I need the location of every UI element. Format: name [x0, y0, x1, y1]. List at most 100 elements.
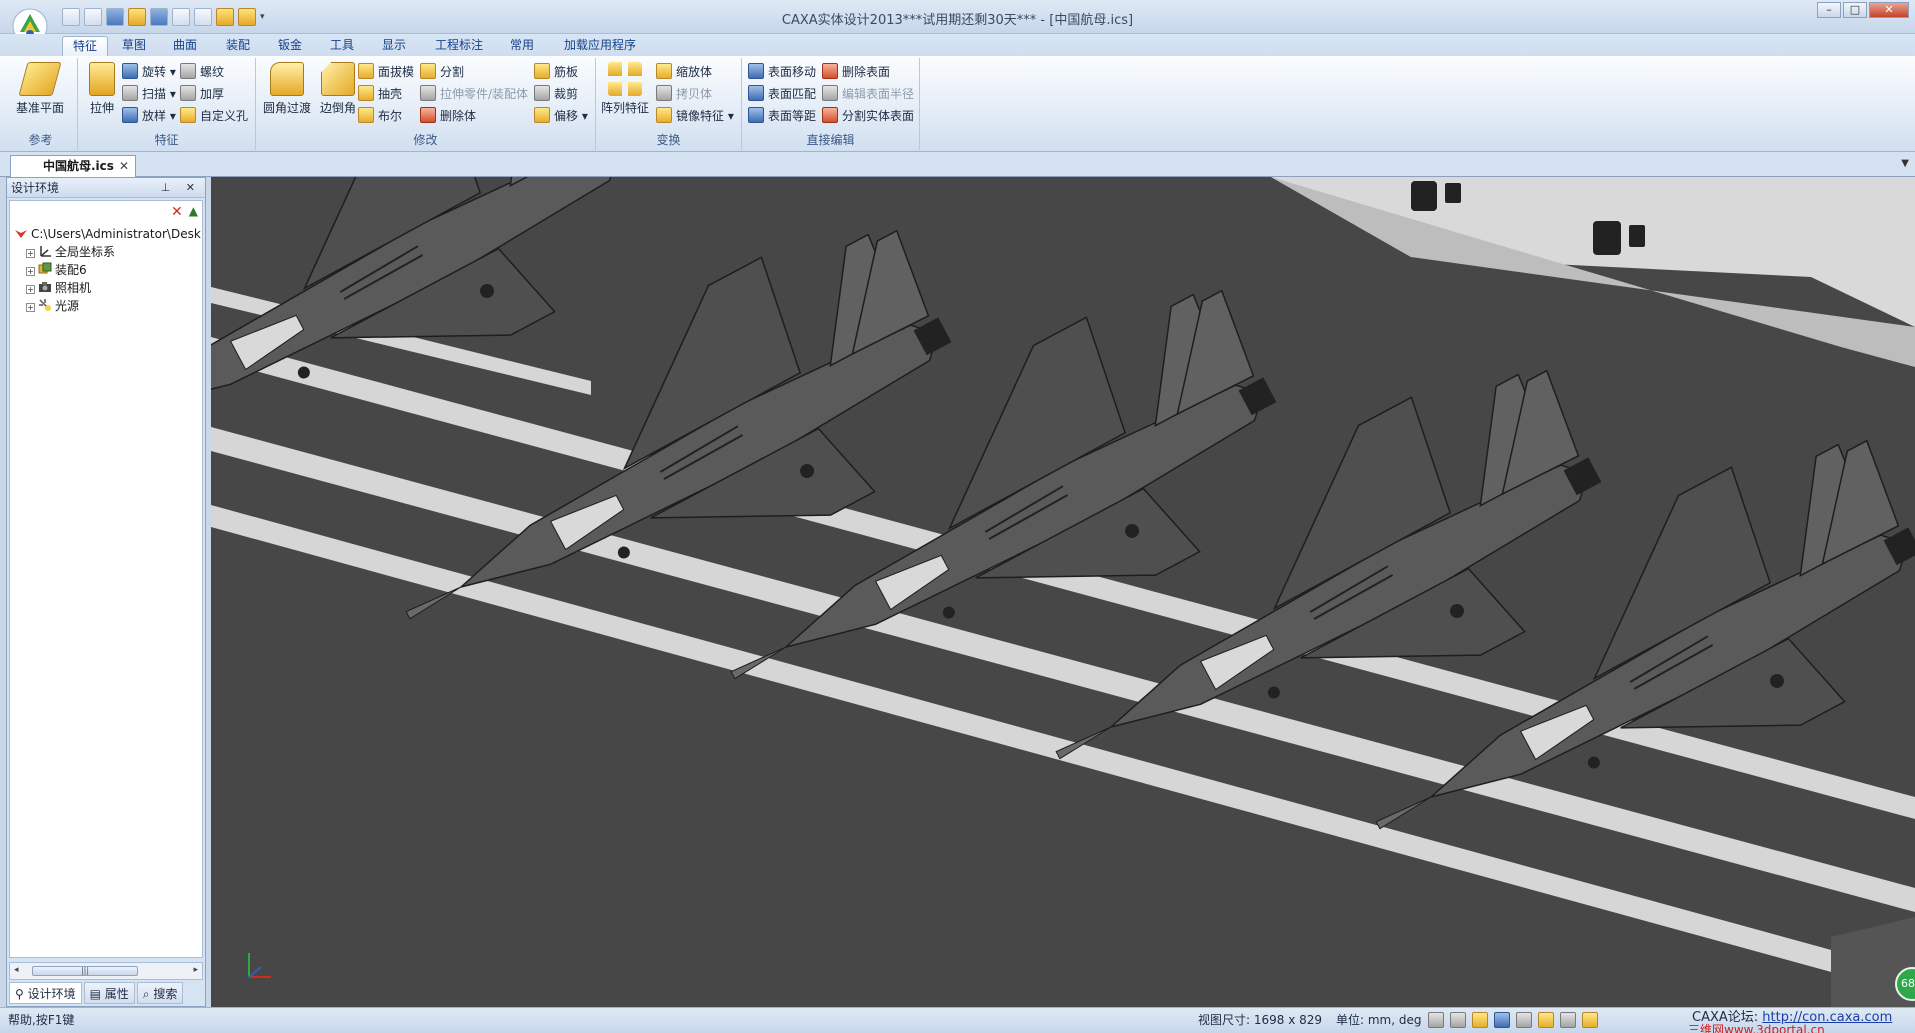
- datum-plane-button[interactable]: 基准平面: [10, 62, 70, 116]
- tree-item-assembly[interactable]: + 装配6: [14, 261, 202, 279]
- boolean-icon: [358, 107, 374, 123]
- tab-list-dropdown-icon[interactable]: ▼: [1901, 158, 1909, 169]
- document-tab-strip: 中国航母.ics ✕ ▼: [0, 152, 1915, 177]
- status-help: 帮助,按F1键: [8, 1013, 75, 1027]
- move-face-button[interactable]: 表面移动: [748, 62, 816, 82]
- scroll-right-icon[interactable]: ▸: [193, 965, 198, 975]
- offset-face-button[interactable]: 表面等距: [748, 106, 816, 126]
- boolean-button[interactable]: 布尔: [358, 106, 402, 126]
- trim-button[interactable]: 裁剪: [534, 84, 578, 104]
- display-mode-icon[interactable]: [1582, 1012, 1598, 1028]
- scroll-left-icon[interactable]: ◂: [14, 965, 19, 975]
- tab-surface[interactable]: 曲面: [163, 36, 207, 56]
- tree-item-light[interactable]: + 光源: [14, 297, 202, 315]
- 3d-viewport[interactable]: 68: [211, 177, 1915, 1007]
- tab-common[interactable]: 常用: [500, 36, 544, 56]
- tree-item-global-coords[interactable]: + 全局坐标系: [14, 243, 202, 261]
- tab-tools[interactable]: 工具: [320, 36, 364, 56]
- extrude-part-icon: [420, 85, 436, 101]
- panel-pin-close-icon[interactable]: ⊥ ✕: [161, 178, 201, 198]
- pattern-icon: [608, 62, 642, 96]
- expand-icon[interactable]: +: [26, 267, 35, 276]
- tab-addins[interactable]: 加载应用程序: [554, 36, 646, 56]
- edit-radius-button[interactable]: 编辑表面半径: [822, 84, 914, 104]
- zoom-icon[interactable]: [1428, 1012, 1444, 1028]
- thicken-icon: [180, 85, 196, 101]
- split-button[interactable]: 分割: [420, 62, 464, 82]
- rib-icon: [534, 63, 550, 79]
- split-icon: [420, 63, 436, 79]
- shell-icon: [358, 85, 374, 101]
- tab-sheetmetal[interactable]: 钣金: [268, 36, 312, 56]
- document-tab[interactable]: 中国航母.ics ✕: [10, 155, 136, 177]
- tab-annotation[interactable]: 工程标注: [425, 36, 493, 56]
- orient-icon[interactable]: [1472, 1012, 1488, 1028]
- tab-display[interactable]: 显示: [372, 36, 416, 56]
- expand-icon[interactable]: +: [26, 303, 35, 312]
- assembly-icon: [38, 262, 52, 274]
- move-face-label: 表面移动: [768, 65, 817, 79]
- title-bar: ▾ CAXA实体设计2013***试用期还剩30天*** - [中国航母.ics…: [0, 0, 1915, 44]
- extrude-part-button[interactable]: 拉伸零件/装配体: [420, 84, 528, 104]
- tab-properties[interactable]: ▤ 属性: [83, 982, 135, 1004]
- custom-hole-button[interactable]: 自定义孔: [180, 106, 248, 126]
- tree-item-label: 装配6: [55, 263, 87, 277]
- panel-title-bar: 设计环境 ⊥ ✕: [7, 178, 205, 198]
- copy-body-button[interactable]: 拷贝体: [656, 84, 712, 104]
- trim-label: 裁剪: [554, 87, 579, 101]
- glasses-icon[interactable]: [1560, 1012, 1576, 1028]
- extrude-button[interactable]: 拉伸: [82, 62, 122, 116]
- tree-item-root[interactable]: C:\Users\Administrator\Desk: [14, 225, 202, 243]
- match-face-button[interactable]: 表面匹配: [748, 84, 816, 104]
- sweep-label: 扫描: [142, 87, 167, 101]
- maximize-icon[interactable]: □: [1843, 2, 1867, 18]
- coordinate-system-icon: [40, 246, 51, 257]
- delete-icon[interactable]: ✕: [171, 204, 183, 220]
- horizontal-scrollbar[interactable]: ◂ ||| ▸: [9, 962, 203, 980]
- split-face-label: 分割实体表面: [842, 109, 915, 123]
- render-mode-icon[interactable]: [1538, 1012, 1554, 1028]
- group-reference-label: 参考: [28, 133, 53, 147]
- mirror-button[interactable]: 镜像特征 ▾: [656, 106, 734, 126]
- thicken-button[interactable]: 加厚: [180, 84, 224, 104]
- loft-button[interactable]: 放样 ▾: [122, 106, 176, 126]
- zoom-window-icon[interactable]: [1450, 1012, 1466, 1028]
- thread-button[interactable]: 螺纹: [180, 62, 224, 82]
- pan-icon[interactable]: [1516, 1012, 1532, 1028]
- tab-design-environment[interactable]: ⚲ 设计环境: [9, 982, 82, 1004]
- revolve-button[interactable]: 旋转 ▾: [122, 62, 176, 82]
- tab-assembly[interactable]: 装配: [216, 36, 260, 56]
- ribbon-tab-row: 特征 草图 曲面 装配 钣金 工具 显示 工程标注 常用 加载应用程序 样式 ▾…: [0, 34, 1915, 86]
- scrollbar-thumb[interactable]: |||: [32, 966, 138, 976]
- filter-icon[interactable]: ▲: [189, 204, 198, 220]
- draft-button[interactable]: 面拔模: [358, 62, 414, 82]
- close-icon[interactable]: ✕: [1869, 2, 1909, 18]
- expand-icon[interactable]: +: [26, 249, 35, 258]
- fillet-button[interactable]: 圆角过渡: [260, 62, 314, 116]
- assembly-root-icon: [15, 230, 27, 238]
- delete-face-button[interactable]: 删除表面: [822, 62, 890, 82]
- pattern-button[interactable]: 阵列特征: [600, 62, 650, 116]
- shell-button[interactable]: 抽壳: [358, 84, 402, 104]
- delete-body-button[interactable]: 删除体: [420, 106, 476, 126]
- split-face-button[interactable]: 分割实体表面: [822, 106, 914, 126]
- offset-button[interactable]: 偏移 ▾: [534, 106, 588, 126]
- tab-sketch[interactable]: 草图: [112, 36, 156, 56]
- group-transform: 阵列特征 缩放体 拷贝体 镜像特征 ▾ 变换: [596, 58, 742, 150]
- status-unit[interactable]: 单位: mm, deg: [1336, 1008, 1421, 1032]
- group-direct-edit-label: 直接编辑: [806, 133, 855, 147]
- scale-button[interactable]: 缩放体: [656, 62, 712, 82]
- tree-item-camera[interactable]: + 照相机: [14, 279, 202, 297]
- axis-triad-icon: [248, 953, 271, 978]
- sweep-button[interactable]: 扫描 ▾: [122, 84, 176, 104]
- chamfer-button[interactable]: 边倒角: [316, 62, 360, 116]
- minimize-icon[interactable]: –: [1817, 2, 1841, 18]
- tab-feature[interactable]: 特征: [62, 36, 109, 56]
- offset-label: 偏移: [554, 109, 579, 123]
- view-icon[interactable]: [1494, 1012, 1510, 1028]
- scale-label: 缩放体: [676, 65, 713, 79]
- tab-search[interactable]: ⌕ 搜索: [136, 982, 184, 1004]
- close-document-icon[interactable]: ✕: [119, 156, 129, 176]
- expand-icon[interactable]: +: [26, 285, 35, 294]
- rib-button[interactable]: 筋板: [534, 62, 578, 82]
